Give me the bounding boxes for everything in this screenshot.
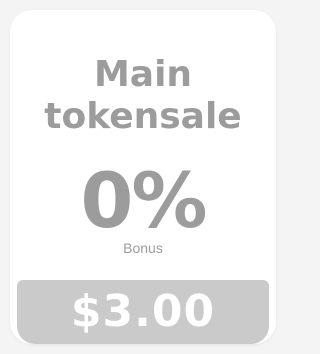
- price-button[interactable]: $3.00: [17, 280, 269, 344]
- bonus-percentage: 0%: [80, 156, 207, 245]
- card-title-line1: Main: [93, 54, 193, 95]
- card-title: Main tokensale: [10, 54, 276, 138]
- price-value: $3.00: [70, 286, 216, 337]
- bonus-label: Bonus: [123, 240, 163, 256]
- tokensale-card[interactable]: Main tokensale 0% Bonus $3.00: [10, 10, 276, 344]
- card-title-line2: tokensale: [44, 96, 242, 137]
